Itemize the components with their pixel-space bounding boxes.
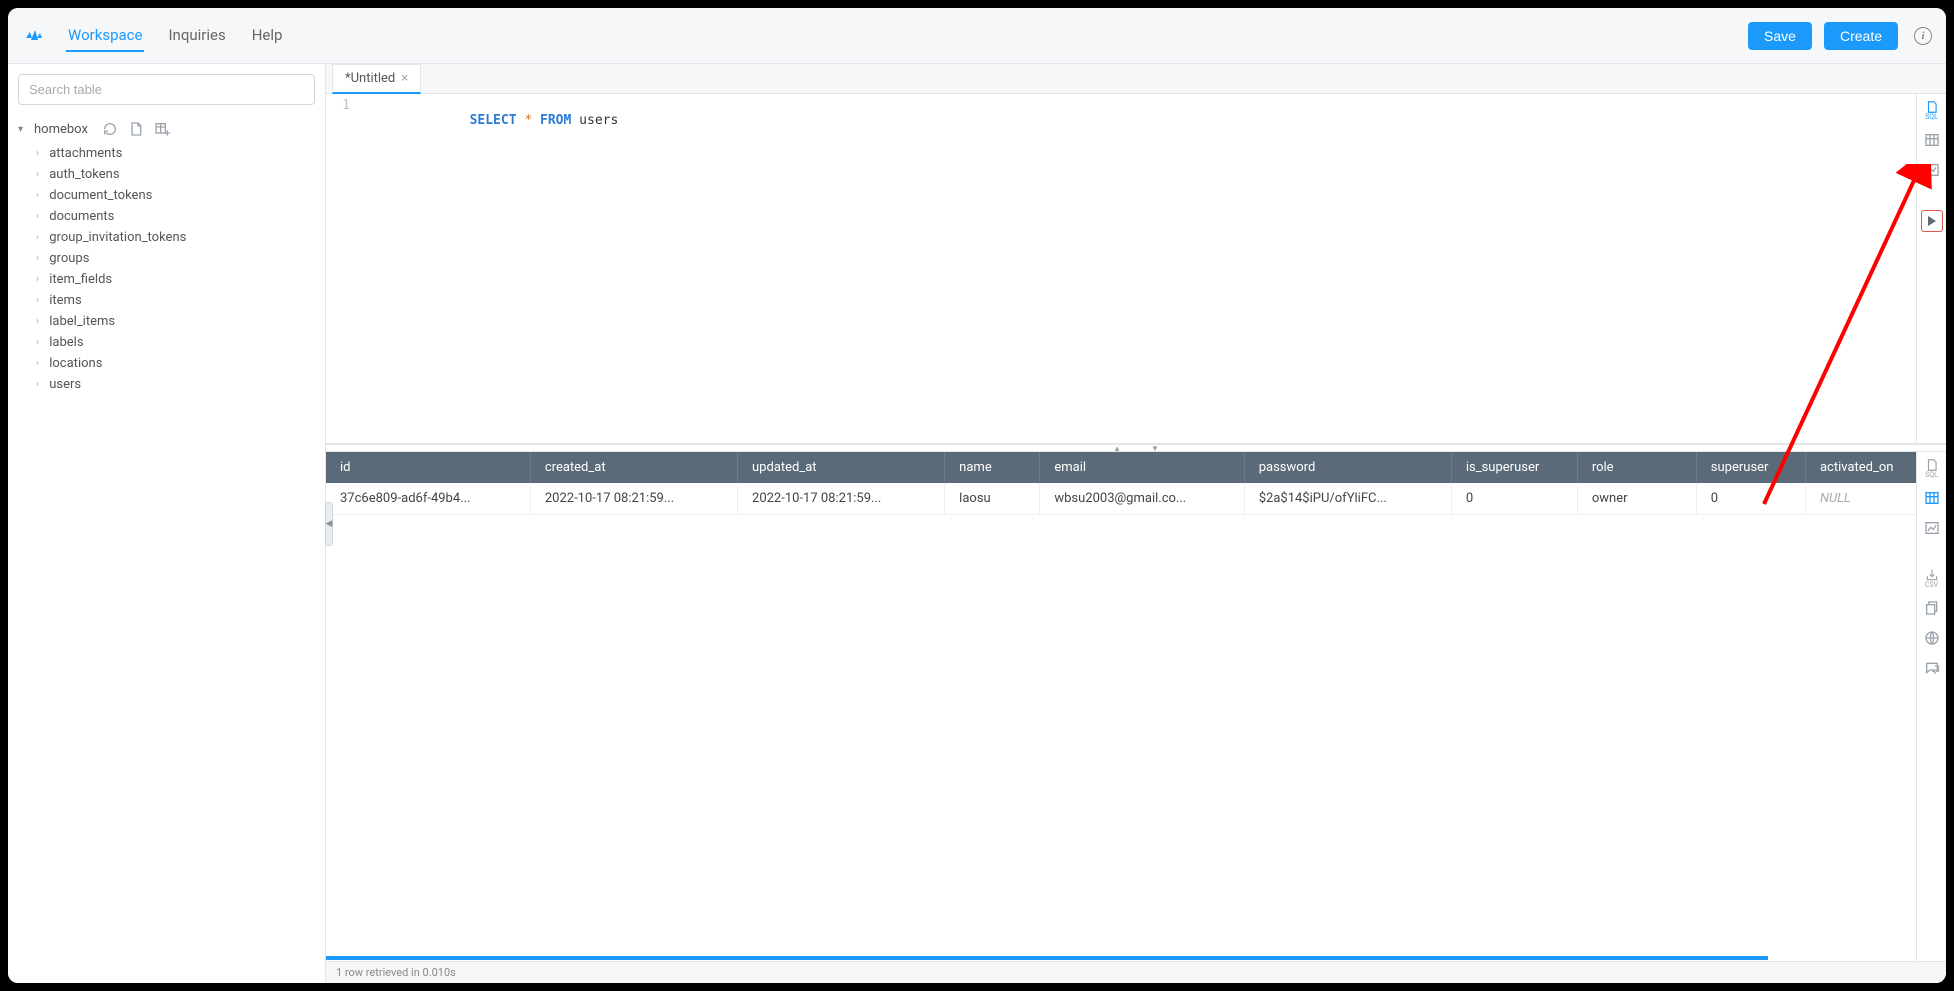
export-sql-icon[interactable]: SQL: [1922, 458, 1942, 478]
results-table: idcreated_atupdated_atnameemailpasswordi…: [326, 452, 1946, 515]
sidebar: ▾ homebox › attachments› auth_tokens› do…: [8, 64, 326, 983]
table-item[interactable]: › label_items: [28, 311, 315, 332]
status-text: 1 row retrieved in 0.010s: [336, 966, 456, 979]
cell[interactable]: wbsu2003@gmail.co...: [1040, 483, 1244, 515]
caret-right-icon: ›: [36, 295, 46, 306]
table-name: document_tokens: [49, 188, 152, 203]
cell[interactable]: 0: [1696, 483, 1805, 515]
results-rail: SQL CSV: [1916, 452, 1946, 961]
create-button[interactable]: Create: [1824, 22, 1898, 50]
close-icon[interactable]: ×: [401, 71, 408, 86]
pane-splitter[interactable]: ▲▼: [326, 444, 1946, 452]
caret-right-icon: ›: [36, 190, 46, 201]
caret-right-icon: ›: [36, 148, 46, 159]
table-name: labels: [49, 335, 83, 350]
tab-title: *Untitled: [345, 71, 395, 86]
table-item[interactable]: › items: [28, 290, 315, 311]
table-name: auth_tokens: [49, 167, 119, 182]
table-item[interactable]: › auth_tokens: [28, 164, 315, 185]
table-name: documents: [49, 209, 114, 224]
copy-icon[interactable]: [1922, 598, 1942, 618]
app-logo: [22, 24, 46, 48]
column-header[interactable]: superuser: [1696, 452, 1805, 483]
app-header: Workspace Inquiries Help Save Create i: [8, 8, 1946, 64]
table-item[interactable]: › documents: [28, 206, 315, 227]
table-item[interactable]: › document_tokens: [28, 185, 315, 206]
cell[interactable]: 2022-10-17 08:21:59...: [738, 483, 945, 515]
column-header[interactable]: id: [326, 452, 530, 483]
cell[interactable]: 0: [1451, 483, 1577, 515]
cell[interactable]: 37c6e809-ad6f-49b4...: [326, 483, 530, 515]
caret-right-icon: ›: [36, 316, 46, 327]
table-item[interactable]: › item_fields: [28, 269, 315, 290]
table-name: group_invitation_tokens: [49, 230, 186, 245]
table-item[interactable]: › locations: [28, 353, 315, 374]
horizontal-scrollbar[interactable]: [326, 956, 1946, 961]
export-csv-icon[interactable]: CSV: [1922, 568, 1942, 588]
table-item[interactable]: › groups: [28, 248, 315, 269]
cell[interactable]: 2022-10-17 08:21:59...: [530, 483, 737, 515]
info-icon[interactable]: i: [1914, 27, 1932, 45]
table-name: item_fields: [49, 272, 112, 287]
column-header[interactable]: is_superuser: [1451, 452, 1577, 483]
column-header[interactable]: created_at: [530, 452, 737, 483]
grid-result-icon[interactable]: [1922, 488, 1942, 508]
column-header[interactable]: updated_at: [738, 452, 945, 483]
results-pane: idcreated_atupdated_atnameemailpasswordi…: [326, 452, 1946, 961]
editor-tabbar: *Untitled ×: [326, 64, 1946, 94]
table-item[interactable]: › attachments: [28, 143, 315, 164]
editor-rail: SQL: [1916, 94, 1946, 444]
column-header[interactable]: role: [1577, 452, 1696, 483]
sql-editor[interactable]: 1 SELECT * FROM users: [326, 94, 1946, 444]
cell[interactable]: $2a$14$iPU/ofYliFC...: [1244, 483, 1451, 515]
caret-right-icon: ›: [36, 211, 46, 222]
table-name: users: [49, 377, 81, 392]
table-view-icon[interactable]: [1922, 130, 1942, 150]
share-icon[interactable]: [1922, 628, 1942, 648]
comment-icon[interactable]: [1922, 658, 1942, 678]
column-header[interactable]: name: [945, 452, 1040, 483]
table-row[interactable]: 37c6e809-ad6f-49b4...2022-10-17 08:21:59…: [326, 483, 1946, 515]
new-query-icon[interactable]: [128, 121, 144, 137]
new-table-icon[interactable]: [154, 121, 170, 137]
caret-right-icon: ›: [36, 232, 46, 243]
table-item[interactable]: › group_invitation_tokens: [28, 227, 315, 248]
caret-right-icon: ›: [36, 358, 46, 369]
main-nav: Workspace Inquiries Help: [66, 20, 284, 52]
status-bar: 1 row retrieved in 0.010s: [326, 961, 1946, 983]
sql-view-icon[interactable]: SQL: [1922, 100, 1942, 120]
caret-right-icon: ›: [36, 337, 46, 348]
table-item[interactable]: › labels: [28, 332, 315, 353]
editor-tab[interactable]: *Untitled ×: [332, 64, 421, 94]
caret-down-icon: ▾: [18, 124, 28, 135]
chart-view-icon[interactable]: [1922, 160, 1942, 180]
table-list: › attachments› auth_tokens› document_tok…: [28, 143, 315, 395]
run-query-button[interactable]: [1921, 210, 1943, 232]
database-node[interactable]: ▾ homebox: [18, 119, 315, 139]
caret-right-icon: ›: [36, 274, 46, 285]
table-name: items: [49, 293, 81, 308]
collapse-sidebar-handle[interactable]: ◀: [325, 502, 333, 546]
nav-workspace[interactable]: Workspace: [66, 20, 144, 52]
refresh-icon[interactable]: [102, 121, 118, 137]
nav-help[interactable]: Help: [250, 20, 285, 52]
save-button[interactable]: Save: [1748, 22, 1812, 50]
line-number: 1: [326, 98, 360, 143]
table-name: label_items: [49, 314, 115, 329]
caret-right-icon: ›: [36, 379, 46, 390]
table-name: groups: [49, 251, 89, 266]
column-header[interactable]: password: [1244, 452, 1451, 483]
table-name: locations: [49, 356, 102, 371]
database-name: homebox: [34, 122, 88, 137]
table-name: attachments: [49, 146, 122, 161]
caret-right-icon: ›: [36, 169, 46, 180]
caret-right-icon: ›: [36, 253, 46, 264]
cell[interactable]: laosu: [945, 483, 1040, 515]
table-item[interactable]: › users: [28, 374, 315, 395]
cell[interactable]: owner: [1577, 483, 1696, 515]
nav-inquiries[interactable]: Inquiries: [166, 20, 227, 52]
column-header[interactable]: email: [1040, 452, 1244, 483]
search-input[interactable]: [18, 74, 315, 105]
chart-result-icon[interactable]: [1922, 518, 1942, 538]
